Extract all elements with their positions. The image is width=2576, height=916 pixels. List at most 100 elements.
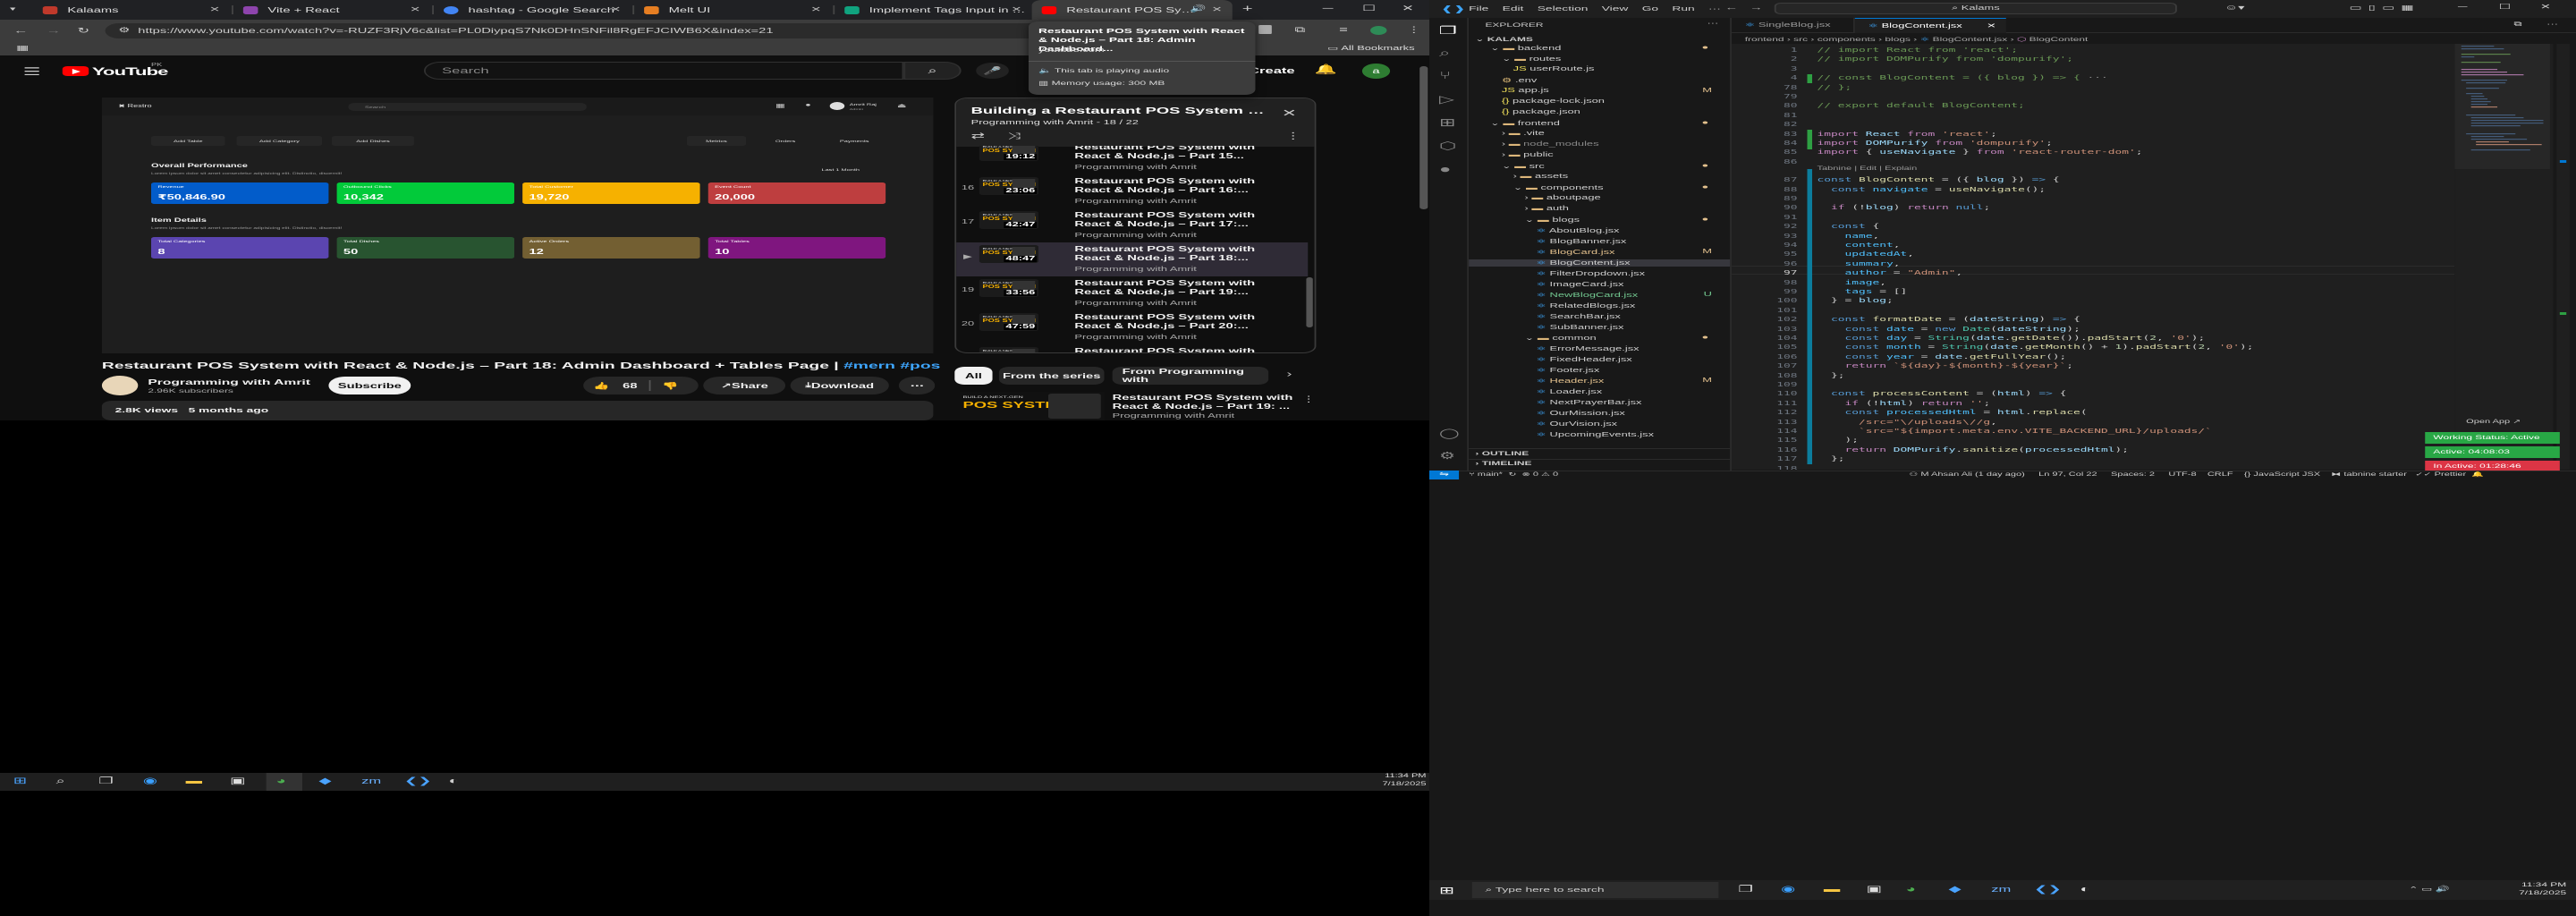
code-line[interactable]: const date = new Date(dateString); xyxy=(1818,326,2080,333)
remote-indicator-icon[interactable]: ⇋ xyxy=(1429,471,1460,479)
eol[interactable]: CRLF xyxy=(2207,472,2233,478)
file-explorer-icon[interactable]: ▬ xyxy=(1824,885,1840,895)
breadcrumb-item[interactable]: frontend xyxy=(1745,37,1784,43)
code-line[interactable]: const navigate = useNavigate(); xyxy=(1818,186,2046,193)
breadcrumb-item[interactable]: BlogContent.jsx xyxy=(1933,37,2008,43)
code-line[interactable]: const year = date.getFullYear(); xyxy=(1818,353,2067,360)
tree-item[interactable]: ⚛ FixedHeader.jsx xyxy=(1536,356,1724,363)
tree-item[interactable]: ⚙ .env xyxy=(1502,77,1725,84)
tree-item[interactable]: ⚛ SubBanner.jsx xyxy=(1536,324,1724,331)
extensions-icon[interactable]: ⊞ xyxy=(1439,116,1455,129)
close-icon[interactable]: ✕ xyxy=(1011,5,1021,13)
browser-tab[interactable]: Implement Tags Input in Blog ✕ xyxy=(835,0,1032,20)
code-line[interactable]: const processContent = (html) => { xyxy=(1818,390,2066,397)
cast-icon[interactable] xyxy=(1258,25,1272,34)
app-icon[interactable]: ◆ xyxy=(318,777,331,786)
codelens[interactable]: Tabnine | Edit | Explain xyxy=(1818,166,1918,172)
tree-item[interactable]: ⚛ FilterDropdown.jsx xyxy=(1536,270,1724,277)
speaker-icon[interactable]: 🔊 xyxy=(1190,5,1206,13)
search-icon[interactable]: ⌕ xyxy=(1439,47,1450,60)
windows-search-box[interactable]: ⌕ Type here to search xyxy=(1471,882,1719,898)
branch-name[interactable]: main* xyxy=(1478,472,1503,478)
loop-icon[interactable]: ⇄ xyxy=(971,132,985,141)
menu-run[interactable]: Run xyxy=(1672,4,1694,13)
code-line[interactable]: }; xyxy=(1818,455,1844,462)
edge-icon[interactable]: ◉ xyxy=(1781,885,1795,895)
code-line[interactable]: ); xyxy=(1818,437,1859,444)
search-icon[interactable]: ⌕ xyxy=(55,777,64,786)
code-line[interactable]: return `${day}-${month}-${year}`; xyxy=(1818,362,2074,369)
tree-item[interactable]: ⚛ Loader.jsx xyxy=(1536,388,1724,395)
code-line[interactable]: const processedHtml = html.replace( xyxy=(1818,409,2088,416)
minimize-icon[interactable]: ─ xyxy=(2458,3,2467,11)
sync-icon[interactable]: ↻ xyxy=(1508,472,1516,478)
tree-item[interactable]: › ▬ aboutpage xyxy=(1525,195,1725,201)
vscode-icon[interactable]: ❮❯ xyxy=(404,777,432,786)
zoom-icon[interactable]: zm xyxy=(361,777,381,785)
playlist-item[interactable]: 16 BUILD A NEXT-GEN POS SYSTEM 23:06 Restaur… xyxy=(956,174,1308,208)
code-line[interactable]: `src="${import.meta.env.VITE_BACKEND_URL… xyxy=(1818,428,2212,435)
playlist-thumbnail[interactable]: BUILD A NEXT-GEN POS SYSTEM xyxy=(979,347,1038,352)
page-scrollbar[interactable] xyxy=(1419,66,1428,209)
playlist-thumbnail[interactable]: BUILD A NEXT-GEN POS SYSTEM 23:06 xyxy=(979,177,1038,195)
minimize-icon[interactable]: ─ xyxy=(1323,4,1334,13)
encoding[interactable]: UTF-8 xyxy=(2168,472,2196,478)
shuffle-icon[interactable]: ⤨ xyxy=(1007,132,1021,141)
code-line[interactable]: const month = String(date.getMonth() + 1… xyxy=(1818,344,2254,351)
chip-from-channel[interactable]: From Programming with xyxy=(1112,367,1269,385)
open-app-link[interactable]: Open App ↗ xyxy=(2466,419,2521,425)
download-button[interactable]: ⤓ Download xyxy=(790,377,889,394)
browser-tab[interactable]: Kalaams ✕ xyxy=(33,0,230,20)
tree-item[interactable]: ⚛ ErrorMessage.jsx xyxy=(1536,345,1724,352)
notification-bell-icon[interactable]: 🔔 xyxy=(2471,472,2484,478)
breadcrumb-item[interactable]: components xyxy=(1818,37,1876,43)
code-line[interactable]: name, xyxy=(1818,233,1880,240)
tree-item[interactable]: ⚛ Header.jsx M xyxy=(1536,377,1724,385)
playlist-item[interactable]: 19 BUILD A NEXT-GEN POS SYSTEM 33:56 Restaur… xyxy=(956,276,1308,310)
share-button[interactable]: ↗ Share xyxy=(703,377,786,394)
code-line[interactable]: image, xyxy=(1818,279,1886,286)
tree-item[interactable]: ⚛ BlogContent.jsx xyxy=(1469,259,1731,267)
video-player[interactable]: ✖ Restro Search ▦ ● Amrit Raj Admin ⏏ Ad… xyxy=(101,98,934,353)
command-center[interactable]: ⌕ Kalams xyxy=(1774,3,2177,14)
task-view-icon[interactable]: ❐ xyxy=(1738,885,1752,895)
close-icon[interactable]: ✕ xyxy=(610,5,621,13)
code-editor[interactable]: 1 // import React from 'react'; 2 // import… xyxy=(1732,44,2455,470)
chrome-icon[interactable]: ◕ xyxy=(1906,885,1916,895)
store-icon[interactable]: ▣ xyxy=(1867,885,1882,895)
start-icon[interactable]: ⊞ xyxy=(13,777,27,786)
indentation[interactable]: Spaces: 2 xyxy=(2111,472,2155,478)
tree-item[interactable]: ⚛ Footer.jsx xyxy=(1536,367,1724,374)
minimap[interactable] xyxy=(2454,44,2554,470)
tree-item[interactable]: ⌄ ▬ backend ● xyxy=(1490,45,1725,52)
more-actions-button[interactable]: ⋯ xyxy=(898,377,936,394)
code-line[interactable]: author = "Admin", xyxy=(1818,269,1963,276)
profile-avatar[interactable] xyxy=(1370,26,1387,35)
code-line[interactable]: summary, xyxy=(1818,260,1901,267)
code-line[interactable]: import DOMPurify from 'dompurify'; xyxy=(1818,140,2053,147)
maximize-icon[interactable]: ☐ xyxy=(2499,3,2511,11)
tree-item[interactable]: ⚛ NextPrayerBar.jsx xyxy=(1536,399,1724,406)
app-icon[interactable]: ◆ xyxy=(1948,885,1961,895)
code-line[interactable]: // }; xyxy=(1818,84,1852,91)
account-icon[interactable]: ◯ xyxy=(1439,428,1460,439)
tree-item[interactable]: ⌄ ▬ blogs ● xyxy=(1525,216,1725,224)
task-view-icon[interactable]: ❐ xyxy=(98,777,113,786)
thumbs-down-icon[interactable]: 👎 xyxy=(662,382,678,390)
timeline-section[interactable]: › TIMELINE xyxy=(1475,461,1531,467)
explorer-icon[interactable]: ❐ xyxy=(1439,24,1457,37)
playlist-item[interactable]: ▶ BUILD A NEXT-GEN POS SYSTEM 48:47 Restaura… xyxy=(956,242,1309,276)
close-icon[interactable]: ✕ xyxy=(1211,5,1222,13)
nav-back-icon[interactable]: ← xyxy=(1725,4,1739,12)
description-box[interactable]: 2.8K views 5 months ago xyxy=(101,401,934,420)
tree-item[interactable]: › ▬ auth xyxy=(1525,206,1725,212)
tabnine-icon[interactable]: ● xyxy=(1439,163,1451,175)
close-playlist-icon[interactable]: ✕ xyxy=(1282,109,1297,119)
code-line[interactable]: tags = [] xyxy=(1818,288,1908,295)
menu-icon[interactable]: ⋮ xyxy=(1406,26,1421,34)
problems-count[interactable]: 0 ⚠ 0 xyxy=(1533,472,1558,478)
playlist-item[interactable]: 20 BUILD A NEXT-GEN POS SYSTEM 47:59 Restaur… xyxy=(956,310,1308,344)
mic-icon[interactable]: 🎤 xyxy=(976,63,1009,79)
tree-item[interactable]: ⚛ BlogBanner.jsx xyxy=(1536,238,1724,245)
browser-tab[interactable]: Melt UI ✕ xyxy=(634,0,831,20)
